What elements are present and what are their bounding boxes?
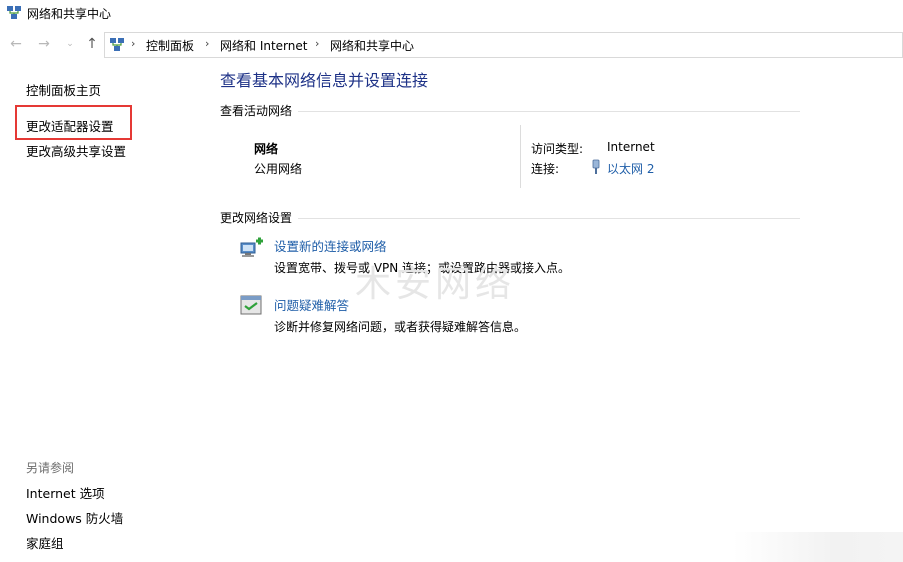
address-bar[interactable]: › 控制面板 › 网络和 Internet › 网络和共享中心 <box>104 32 903 58</box>
setup-new-connection-link[interactable]: 设置新的连接或网络 <box>274 236 387 255</box>
ethernet-plug-icon <box>592 159 600 174</box>
troubleshoot-problems-link[interactable]: 问题疑难解答 <box>274 295 349 314</box>
ethernet-connection-link[interactable]: 以太网 2 <box>607 160 654 177</box>
connections-label: 连接: <box>531 162 560 176</box>
navigation-bar: ← → ⌄ ↑ › 控制面板 › 网络和 Internet › 网络和共享中心 <box>0 32 903 58</box>
access-type-value: Internet <box>607 140 655 154</box>
troubleshoot-problems-description: 诊断并修复网络问题，或者获得疑难解答信息。 <box>274 320 527 334</box>
page-title: 查看基本网络信息并设置连接 <box>220 71 429 90</box>
recent-dropdown-icon[interactable]: ⌄ <box>62 36 78 52</box>
change-advanced-sharing-link[interactable]: 更改高级共享设置 <box>26 141 126 160</box>
window-title: 网络和共享中心 <box>27 7 112 21</box>
back-arrow-icon[interactable]: ← <box>8 36 24 52</box>
divider <box>298 111 800 112</box>
internet-options-link[interactable]: Internet 选项 <box>26 483 105 502</box>
network-location-icon <box>110 38 124 51</box>
active-networks-heading: 查看活动网络 <box>220 104 293 118</box>
network-name: 网络 <box>254 142 279 156</box>
breadcrumb-sharing-center[interactable]: 网络和共享中心 <box>330 37 414 54</box>
control-panel-home-link[interactable]: 控制面板主页 <box>26 80 101 99</box>
access-type-label: 访问类型: <box>531 142 584 156</box>
breadcrumb-chevron-icon[interactable]: › <box>315 37 319 50</box>
change-adapter-settings-link[interactable]: 更改适配器设置 <box>26 116 114 135</box>
homegroup-link[interactable]: 家庭组 <box>26 533 64 552</box>
up-arrow-icon[interactable]: ↑ <box>84 36 100 52</box>
title-bar: 网络和共享中心 <box>0 0 903 26</box>
breadcrumb-chevron-icon[interactable]: › <box>131 37 135 50</box>
troubleshoot-icon <box>240 295 262 315</box>
divider <box>298 218 800 219</box>
divider <box>520 125 521 188</box>
watermark: 木安网络 <box>355 264 516 305</box>
change-settings-heading: 更改网络设置 <box>220 211 293 225</box>
see-also-heading: 另请参阅 <box>26 461 75 475</box>
corner-shadow <box>733 532 903 562</box>
forward-arrow-icon[interactable]: → <box>36 36 52 52</box>
network-category-link[interactable]: 公用网络 <box>254 160 302 177</box>
breadcrumb-network-internet[interactable]: 网络和 Internet <box>220 37 307 54</box>
new-connection-icon <box>240 237 263 257</box>
windows-firewall-link[interactable]: Windows 防火墙 <box>26 508 123 527</box>
network-center-icon <box>7 6 21 19</box>
breadcrumb-chevron-icon[interactable]: › <box>205 37 209 50</box>
breadcrumb-control-panel[interactable]: 控制面板 <box>146 37 194 54</box>
